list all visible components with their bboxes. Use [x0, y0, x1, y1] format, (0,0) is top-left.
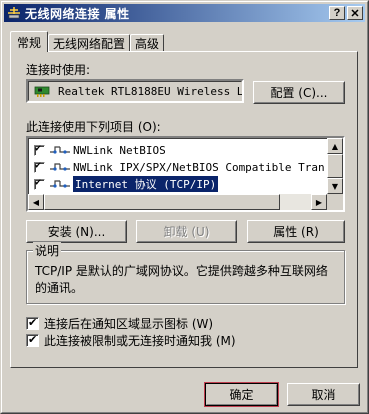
scroll-down-arrow-icon[interactable]: ▼: [327, 178, 343, 194]
vertical-scrollbar[interactable]: ▲ ▼: [327, 138, 343, 194]
tab-strip: 常规 无线网络配置 高级: [10, 30, 165, 53]
description-group-label: 说明: [33, 242, 62, 259]
cancel-button[interactable]: 取消: [287, 383, 360, 406]
vertical-scroll-thumb[interactable]: [327, 154, 343, 178]
properties-button[interactable]: 属性 (R): [247, 220, 345, 243]
window-title: 无线网络连接 属性: [25, 6, 130, 21]
tab-wireless-config[interactable]: 无线网络配置: [48, 34, 131, 52]
ok-button[interactable]: 确定: [204, 382, 279, 407]
tab-general[interactable]: 常规: [10, 31, 49, 53]
protocol-icon: [49, 144, 71, 156]
close-button[interactable]: ✕: [347, 6, 363, 20]
component-label: NWLink NetBIOS: [73, 143, 166, 157]
component-checkbox[interactable]: [34, 177, 45, 190]
scroll-left-arrow-icon[interactable]: ◀: [28, 194, 44, 210]
components-label: 此连接使用下列项目 (O):: [26, 120, 161, 134]
horizontal-scroll-thumb[interactable]: [44, 194, 280, 210]
uninstall-button[interactable]: 卸载 (U): [136, 220, 237, 243]
scroll-right-arrow-icon[interactable]: ▶: [311, 194, 327, 210]
components-list[interactable]: NWLink NetBIOS NWLink IPX/SPX/NetBIOS Co…: [26, 136, 345, 212]
list-item[interactable]: NWLink IPX/SPX/NetBIOS Compatible Transp…: [34, 159, 325, 175]
show-icon-option[interactable]: 连接后在通知区域显示图标 (W): [26, 315, 213, 332]
network-connection-icon: [6, 5, 22, 21]
configure-button[interactable]: 配置 (C)...: [253, 81, 345, 104]
list-item[interactable]: Internet 协议 (TCP/IP): [34, 175, 220, 192]
scroll-corner: [327, 194, 343, 210]
component-label-selected: Internet 协议 (TCP/IP): [71, 175, 220, 192]
component-label: NWLink IPX/SPX/NetBIOS Compatible Transp…: [73, 160, 325, 174]
title-bar[interactable]: 无线网络连接 属性 ? ✕: [4, 4, 365, 22]
components-list-viewport: NWLink NetBIOS NWLink IPX/SPX/NetBIOS Co…: [30, 140, 325, 192]
notify-label: 此连接被限制或无连接时通知我 (M): [44, 334, 236, 348]
show-icon-checkbox[interactable]: [26, 316, 39, 330]
device-name: Realtek RTL8188EU Wireless LAN: [58, 85, 242, 98]
tab-advanced[interactable]: 高级: [130, 34, 165, 52]
help-button[interactable]: ?: [329, 6, 345, 20]
component-checkbox[interactable]: [34, 160, 45, 173]
component-checkbox[interactable]: [34, 143, 45, 156]
properties-window: 无线网络连接 属性 ? ✕ 常规 无线网络配置 高级 连接时使用: Realte…: [0, 0, 369, 414]
install-button[interactable]: 安装 (N)...: [26, 220, 127, 243]
general-tab-panel: 连接时使用: Realtek RTL8188EU Wireless LAN 配置…: [10, 51, 358, 368]
show-icon-label: 连接后在通知区域显示图标 (W): [44, 317, 214, 331]
list-item[interactable]: NWLink NetBIOS: [34, 142, 166, 158]
device-field: Realtek RTL8188EU Wireless LAN: [26, 79, 244, 103]
protocol-icon: [49, 178, 71, 190]
description-group: 说明 TCP/IP 是默认的广域网协议。它提供跨越多种互联网络的通讯。: [26, 242, 345, 304]
protocol-icon: [49, 161, 71, 173]
connect-using-label: 连接时使用:: [26, 63, 91, 77]
description-text: TCP/IP 是默认的广域网协议。它提供跨越多种互联网络的通讯。: [35, 264, 328, 295]
notify-option[interactable]: 此连接被限制或无连接时通知我 (M): [26, 332, 236, 349]
horizontal-scrollbar[interactable]: ◀ ▶: [28, 194, 327, 210]
window-frame: 无线网络连接 属性 ? ✕ 常规 无线网络配置 高级 连接时使用: Realte…: [1, 1, 368, 413]
notify-checkbox[interactable]: [26, 333, 39, 347]
scroll-up-arrow-icon[interactable]: ▲: [327, 138, 343, 154]
